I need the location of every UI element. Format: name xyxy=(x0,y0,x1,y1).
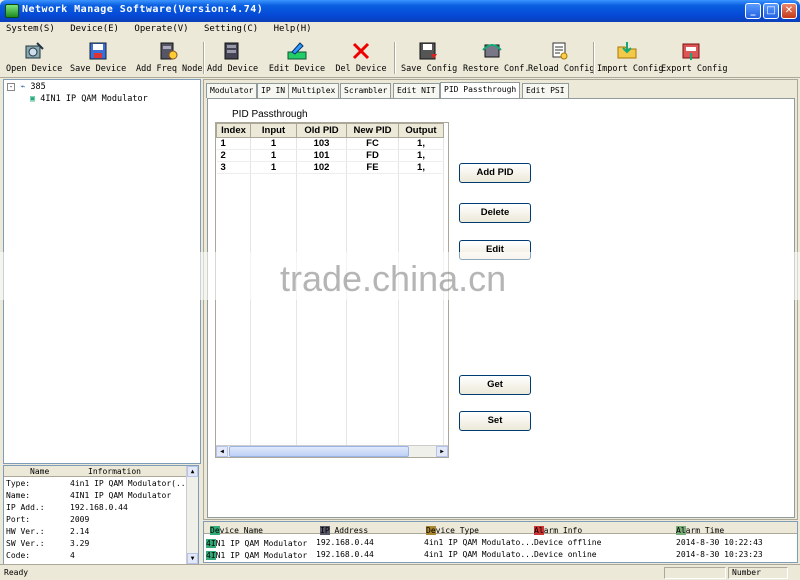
restore-conf-button[interactable]: Restore Conf. xyxy=(463,40,530,76)
edit-device-icon xyxy=(287,42,307,60)
watermark: trade.china.cn xyxy=(0,252,800,300)
network-icon: ⌁ xyxy=(20,82,26,92)
set-button[interactable]: Set xyxy=(459,411,531,431)
add-device-icon xyxy=(224,42,239,60)
info-header: Name Information xyxy=(4,466,188,477)
tree-root[interactable]: - ⌁ 385 xyxy=(7,82,46,92)
device-info-panel: Name Information Type: 4in1 IP QAM Modula… xyxy=(3,465,199,565)
device-icon: ▣ xyxy=(30,94,36,104)
scroll-right-icon[interactable]: ▶ xyxy=(436,446,448,457)
save-device-icon xyxy=(89,42,107,60)
menu-system[interactable]: System(S) xyxy=(0,22,59,34)
import-config-button[interactable]: Import Config xyxy=(597,40,664,76)
alarm-list: Device Name IP Address Device Type Alarm… xyxy=(203,521,798,563)
info-row: Port: 2009 xyxy=(6,515,90,524)
alarm-row[interactable]: 4IN1 IP QAM Modulator 192.168.0.44 4in1 … xyxy=(204,537,797,549)
menu-device[interactable]: Device(E) xyxy=(64,22,123,34)
menu-operate[interactable]: Operate(V) xyxy=(128,22,192,34)
alarm-header: Device Name IP Address Device Type Alarm… xyxy=(204,522,797,535)
menu-setting[interactable]: Setting(C) xyxy=(198,22,262,34)
info-row: Name: 4IN1 IP QAM Modulator xyxy=(6,491,172,500)
scroll-down-icon[interactable]: ▼ xyxy=(187,553,198,564)
tab-scrambler[interactable]: Scrambler xyxy=(340,83,392,98)
collapse-icon[interactable]: - xyxy=(7,83,15,91)
menu-help[interactable]: Help(H) xyxy=(268,22,316,34)
save-config-button[interactable]: Save Config xyxy=(401,40,457,76)
add-freq-node-icon xyxy=(160,42,178,60)
pid-passthrough-page: PID Passthrough Index Input Old PID New … xyxy=(207,98,795,518)
tree-item-modulator[interactable]: ▣ 4IN1 IP QAM Modulator xyxy=(30,94,148,104)
table-row[interactable]: 1 1 103 FC 1, xyxy=(216,137,444,150)
save-config-icon xyxy=(419,42,437,60)
status-bar: Ready Number xyxy=(0,564,800,580)
menu-bar: System(S) Device(E) Operate(V) Setting(C… xyxy=(0,22,800,38)
window-title: Network Manage Software(Version:4.74) xyxy=(22,4,264,15)
info-scrollbar[interactable]: ▲ ▼ xyxy=(186,466,198,564)
delete-icon xyxy=(352,42,370,60)
open-device-icon xyxy=(25,42,44,59)
info-col-information: Information xyxy=(88,467,141,476)
app-icon xyxy=(5,4,19,18)
add-freq-node-button[interactable]: Add Freq Node xyxy=(136,40,203,76)
tab-pid-passthrough[interactable]: PID Passthrough xyxy=(440,82,521,98)
delete-button[interactable]: Delete xyxy=(459,203,531,223)
tab-edit-nit[interactable]: Edit NIT xyxy=(393,83,440,98)
reload-config-icon xyxy=(552,42,568,60)
info-row: HW Ver.: 2.14 xyxy=(6,527,90,536)
tab-ip-in[interactable]: IP IN xyxy=(257,83,290,98)
get-button[interactable]: Get xyxy=(459,375,531,395)
close-button[interactable]: ✕ xyxy=(781,3,797,19)
col-input[interactable]: Input xyxy=(250,123,297,138)
import-config-icon xyxy=(617,42,637,59)
tab-multiplex[interactable]: Multiplex xyxy=(288,83,340,98)
toolbar: Open Device Save Device Add Freq Node Ad… xyxy=(0,38,800,78)
info-row: Type: 4in1 IP QAM Modulator(... xyxy=(6,479,191,488)
add-device-button[interactable]: Add Device xyxy=(207,40,258,76)
col-new-pid[interactable]: New PID xyxy=(346,123,399,138)
del-device-button[interactable]: Del Device xyxy=(335,40,387,76)
table-row[interactable]: 3 1 102 FE 1, xyxy=(216,161,444,174)
scroll-thumb[interactable] xyxy=(229,446,409,457)
title-bar: Network Manage Software(Version:4.74) _ … xyxy=(0,0,800,22)
table-hscrollbar[interactable]: ◀ ▶ xyxy=(216,445,448,457)
status-number: Number xyxy=(732,568,761,577)
export-config-icon xyxy=(682,43,700,60)
scroll-up-icon[interactable]: ▲ xyxy=(187,466,198,477)
alarm-row[interactable]: 4IN1 IP QAM Modulator 192.168.0.44 4in1 … xyxy=(204,549,797,561)
info-row: SW Ver.: 3.29 xyxy=(6,539,90,548)
info-col-name: Name xyxy=(30,467,50,476)
open-device-button[interactable]: Open Device xyxy=(6,40,62,76)
col-output[interactable]: Output xyxy=(398,123,444,138)
edit-device-button[interactable]: Edit Device xyxy=(268,40,326,76)
toolbar-separator xyxy=(203,42,205,74)
minimize-button[interactable]: _ xyxy=(745,3,761,19)
col-index[interactable]: Index xyxy=(216,123,251,138)
save-device-button[interactable]: Save Device xyxy=(70,40,126,76)
tab-modulator[interactable]: Modulator xyxy=(206,83,258,98)
restore-config-icon xyxy=(482,44,502,58)
export-config-button[interactable]: Export Config xyxy=(661,40,728,76)
info-row: IP Add.: 192.168.0.44 xyxy=(6,503,128,512)
add-pid-button[interactable]: Add PID xyxy=(459,163,531,183)
status-text: Ready xyxy=(4,568,29,577)
page-title: PID Passthrough xyxy=(232,109,308,120)
toolbar-separator xyxy=(394,42,396,74)
status-pane xyxy=(664,567,726,579)
info-row: Code: 4 xyxy=(6,551,75,560)
scroll-left-icon[interactable]: ◀ xyxy=(216,446,228,457)
col-old-pid[interactable]: Old PID xyxy=(296,123,347,138)
table-row[interactable]: 2 1 101 FD 1, xyxy=(216,149,444,162)
toolbar-separator xyxy=(593,42,595,74)
reload-config-button[interactable]: Reload Config xyxy=(528,40,595,76)
tab-edit-psi[interactable]: Edit PSI xyxy=(522,83,569,98)
maximize-button[interactable]: □ xyxy=(763,3,779,19)
